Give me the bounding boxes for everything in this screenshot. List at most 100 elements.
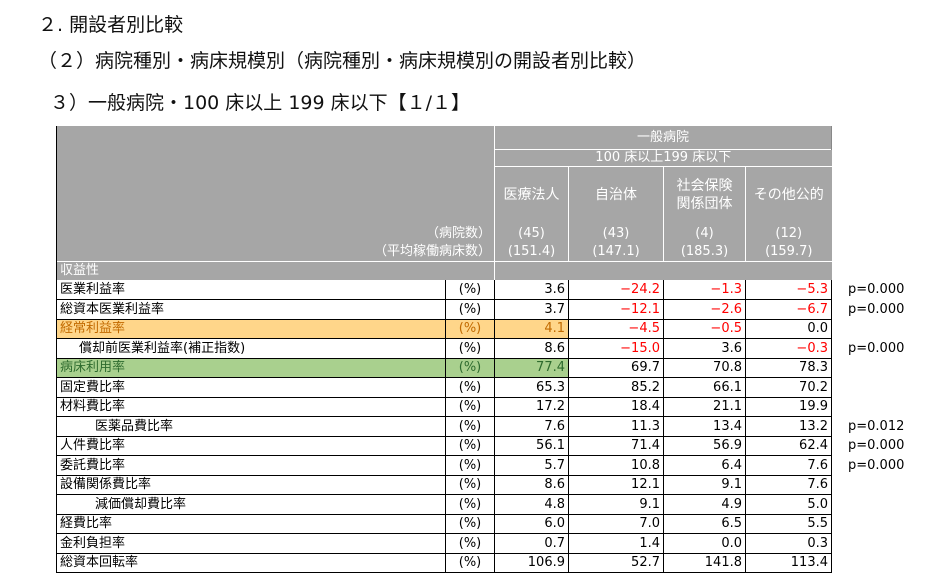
- row-unit: (%): [445, 455, 495, 476]
- group-subtitle: 100 床以上199 床以下: [494, 148, 832, 167]
- row-value: 8.6: [494, 475, 569, 495]
- row-value: 7.6: [494, 416, 569, 437]
- row-label: 金利負担率: [56, 533, 446, 554]
- row-value: 0.0: [745, 319, 832, 339]
- table-row: 材料費比率 (%) 17.2 18.4 21.1 19.9: [56, 397, 832, 417]
- row-value: 19.9: [745, 397, 832, 417]
- p-value: p=0.000: [848, 457, 905, 473]
- row-unit: (%): [445, 358, 495, 378]
- row-value: 11.3: [568, 416, 664, 437]
- row-unit: (%): [445, 280, 495, 300]
- table-heading: ３）一般病院・100 床以上 199 床以下【１/１】: [50, 92, 471, 114]
- row-value: −5.3: [745, 280, 832, 300]
- row-label: 償却前医業利益率(補正指数): [56, 338, 446, 359]
- row-value: 4.9: [663, 494, 746, 515]
- row-value: −15.0: [568, 338, 664, 359]
- row-label: 材料費比率: [56, 397, 446, 417]
- row-value: 1.4: [568, 533, 664, 554]
- column-header: 社会保険 関係団体: [663, 166, 746, 224]
- row-label: 設備関係費比率: [56, 475, 446, 495]
- row-value: 9.1: [568, 494, 664, 515]
- row-value: −6.7: [745, 299, 832, 320]
- row-value: 66.1: [663, 377, 746, 398]
- row-value: 141.8: [663, 553, 746, 573]
- table-row: 経常利益率 (%) 4.1 −4.5 −0.5 0.0: [56, 319, 832, 339]
- p-value: p=0.000: [848, 340, 905, 356]
- table-row: 人件費比率 (%) 56.1 71.4 56.9 62.4: [56, 436, 832, 456]
- row-value: 71.4: [568, 436, 664, 456]
- row-value: 0.0: [663, 533, 746, 554]
- row-label: 経費比率: [56, 514, 446, 534]
- row-unit: (%): [445, 494, 495, 515]
- row-value: 6.5: [663, 514, 746, 534]
- row-value: 6.0: [494, 514, 569, 534]
- row-value: −0.3: [745, 338, 832, 359]
- row-unit: (%): [445, 377, 495, 398]
- row-label: 経常利益率: [56, 319, 446, 339]
- row-value: 62.4: [745, 436, 832, 456]
- table-row: 総資本回転率 (%) 106.9 52.7 141.8 113.4: [56, 553, 832, 573]
- row-unit: (%): [445, 533, 495, 554]
- row-unit: (%): [445, 416, 495, 437]
- row-unit: (%): [445, 338, 495, 359]
- row-value: 4.8: [494, 494, 569, 515]
- row-value: 78.3: [745, 358, 832, 378]
- hospital-count-value: (43): [568, 224, 664, 242]
- row-value: 9.1: [663, 475, 746, 495]
- row-value: 106.9: [494, 553, 569, 573]
- row-unit: (%): [445, 553, 495, 573]
- row-value: 10.8: [568, 455, 664, 476]
- row-value: −24.2: [568, 280, 664, 300]
- row-label: 総資本医業利益率: [56, 299, 446, 320]
- row-value: −0.5: [663, 319, 746, 339]
- p-value: p=0.000: [848, 301, 905, 317]
- hospital-count-label: （病院数）: [56, 224, 495, 242]
- avg-beds-value: (159.7): [745, 242, 832, 261]
- row-unit: (%): [445, 436, 495, 456]
- section-label-fill: [494, 260, 832, 280]
- row-value: 56.1: [494, 436, 569, 456]
- row-value: 7.6: [745, 475, 832, 495]
- row-unit: (%): [445, 319, 495, 339]
- row-label: 委託費比率: [56, 455, 446, 476]
- row-value: 56.9: [663, 436, 746, 456]
- row-unit: (%): [445, 475, 495, 495]
- row-value: 7.0: [568, 514, 664, 534]
- row-value: 12.1: [568, 475, 664, 495]
- row-label: 医業利益率: [56, 280, 446, 300]
- row-value: 5.5: [745, 514, 832, 534]
- comparison-table: 一般病院 100 床以上199 床以下 医療法人 自治体 社会保険 関係団体 その他公…: [56, 126, 832, 573]
- row-value: −12.1: [568, 299, 664, 320]
- column-header: 自治体: [568, 166, 664, 224]
- row-unit: (%): [445, 397, 495, 417]
- table-row: 病床利用率 (%) 77.4 69.7 70.8 78.3: [56, 358, 832, 378]
- row-value: 69.7: [568, 358, 664, 378]
- table-row: 設備関係費比率 (%) 8.6 12.1 9.1 7.6: [56, 475, 832, 495]
- section-label: 収益性: [56, 260, 495, 280]
- row-value: 85.2: [568, 377, 664, 398]
- row-value: 3.6: [663, 338, 746, 359]
- row-value: 7.6: [745, 455, 832, 476]
- avg-beds-value: (151.4): [494, 242, 569, 261]
- row-value: 4.1: [494, 319, 569, 339]
- table-row: 償却前医業利益率(補正指数) (%) 8.6 −15.0 3.6 −0.3: [56, 338, 832, 359]
- row-label: 人件費比率: [56, 436, 446, 456]
- row-value: −4.5: [568, 319, 664, 339]
- column-header: 医療法人: [494, 166, 569, 224]
- row-value: −1.3: [663, 280, 746, 300]
- row-value: 13.2: [745, 416, 832, 437]
- avg-beds-label: （平均稼働病床数）: [56, 242, 495, 261]
- hospital-count-value: (4): [663, 224, 746, 242]
- table-row: 医薬品費比率 (%) 7.6 11.3 13.4 13.2: [56, 416, 832, 437]
- row-value: 0.3: [745, 533, 832, 554]
- row-unit: (%): [445, 514, 495, 534]
- row-value: 18.4: [568, 397, 664, 417]
- subsection-heading: （２）病院種別・病床規模別（病院種別・病床規模別の開設者別比較）: [38, 50, 647, 72]
- row-value: 65.3: [494, 377, 569, 398]
- row-value: 3.6: [494, 280, 569, 300]
- row-unit: (%): [445, 299, 495, 320]
- p-value: p=0.000: [848, 282, 905, 297]
- row-value: 70.8: [663, 358, 746, 378]
- section-heading: ２. 開設者別比較: [38, 14, 184, 36]
- row-value: 5.0: [745, 494, 832, 515]
